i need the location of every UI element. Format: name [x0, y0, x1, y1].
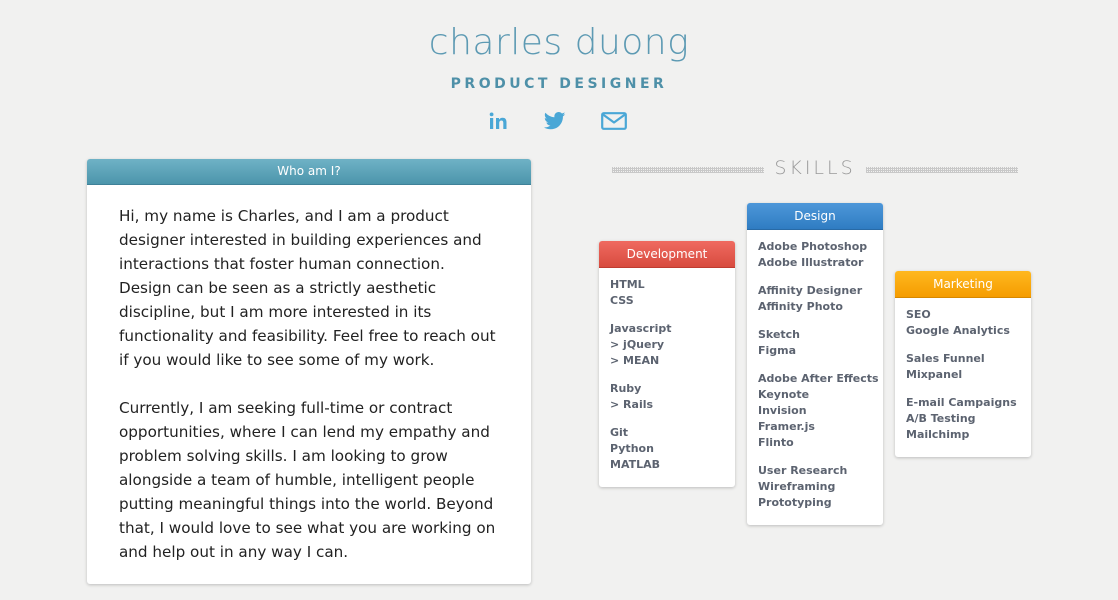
skill-item: Adobe After Effects — [758, 372, 879, 385]
skill-list: HTML CSS Javascript > jQuery > MEAN Ruby > Rai… — [599, 268, 735, 481]
skill-item: Flinto — [758, 436, 794, 449]
page-title: charles duong — [428, 22, 690, 63]
skill-item: E-mail Campaigns — [906, 396, 1017, 409]
skill-item: User Research — [758, 464, 848, 477]
skill-card-design: Design Adobe Photoshop Adobe Illustrator A… — [747, 203, 883, 525]
skill-item: Affinity Photo — [758, 300, 843, 313]
page-subtitle: PRODUCT DESIGNER — [450, 76, 668, 92]
skill-item: Mixpanel — [906, 368, 963, 381]
skill-item: CSS — [610, 294, 634, 307]
skill-item: Adobe Illustrator — [758, 256, 864, 269]
skill-group: Git Python MATLAB — [610, 425, 724, 473]
skill-item: > jQuery — [610, 338, 665, 351]
about-card: Who am I? Hi, my name is Charles, and I … — [87, 159, 531, 584]
skill-item: Javascript — [610, 322, 672, 335]
skill-list: Adobe Photoshop Adobe Illustrator Affinity… — [747, 230, 883, 519]
about-body: Hi, my name is Charles, and I am a produ… — [87, 185, 531, 564]
skill-group: Ruby > Rails — [610, 381, 724, 413]
skill-item: HTML — [610, 278, 645, 291]
twitter-icon — [544, 112, 566, 130]
skill-item: > Rails — [610, 398, 654, 411]
skill-item: Affinity Designer — [758, 284, 863, 297]
skill-item: Python — [610, 442, 654, 455]
twitter-link[interactable] — [540, 108, 570, 134]
skill-item: Sales Funnel — [906, 352, 985, 365]
skill-group: User Research Wireframing Prototyping — [758, 463, 872, 511]
skill-item: Invision — [758, 404, 807, 417]
skill-list: SEO Google Analytics Sales Funnel Mixpanel E… — [895, 298, 1031, 451]
skill-item: SEO — [906, 308, 931, 321]
skill-group: Sketch Figma — [758, 327, 872, 359]
skill-card-title: Marketing — [895, 271, 1031, 298]
skill-group: HTML CSS — [610, 277, 724, 309]
skill-item: Framer.js — [758, 420, 815, 433]
skill-group: Affinity Designer Affinity Photo — [758, 283, 872, 315]
linkedin-link[interactable] — [484, 108, 514, 134]
skill-item: Figma — [758, 344, 797, 357]
skill-group: Adobe After Effects Keynote Invision Framer… — [758, 371, 879, 451]
skill-item: > MEAN — [610, 354, 660, 367]
skill-item: A/B Testing — [906, 412, 976, 425]
about-paragraph: Hi, my name is Charles, and I am a produ… — [119, 207, 496, 369]
skill-group: Sales Funnel Mixpanel — [906, 351, 1020, 383]
skill-item: Wireframing — [758, 480, 836, 493]
skill-item: Git — [610, 426, 629, 439]
about-paragraph: Currently, I am seeking full-time or con… — [119, 399, 496, 561]
skills-section-header: SKILLS — [612, 157, 1018, 183]
skill-group: E-mail Campaigns A/B Testing Mailchimp — [906, 395, 1020, 443]
linkedin-icon — [489, 112, 507, 129]
divider — [866, 167, 1018, 173]
skill-item: Sketch — [758, 328, 801, 341]
skill-item: Prototyping — [758, 496, 832, 509]
skill-card-title: Development — [599, 241, 735, 268]
skill-item: Adobe Photoshop — [758, 240, 868, 253]
skill-group: SEO Google Analytics — [906, 307, 1020, 339]
skill-card-marketing: Marketing SEO Google Analytics Sales Funne… — [895, 271, 1031, 457]
skill-card-title: Design — [747, 203, 883, 230]
skill-item: Keynote — [758, 388, 810, 401]
social-links — [0, 108, 1118, 134]
skill-group: Adobe Photoshop Adobe Illustrator — [758, 239, 872, 271]
skill-card-development: Development HTML CSS Javascript > jQuery > M… — [599, 241, 735, 487]
skill-item: Google Analytics — [906, 324, 1010, 337]
skill-item: Ruby — [610, 382, 642, 395]
about-heading: Who am I? — [87, 159, 531, 185]
skill-group: Javascript > jQuery > MEAN — [610, 321, 724, 369]
skill-item: Mailchimp — [906, 428, 970, 441]
mail-link[interactable] — [599, 108, 629, 134]
mail-icon — [601, 112, 627, 130]
skill-item: MATLAB — [610, 458, 661, 471]
